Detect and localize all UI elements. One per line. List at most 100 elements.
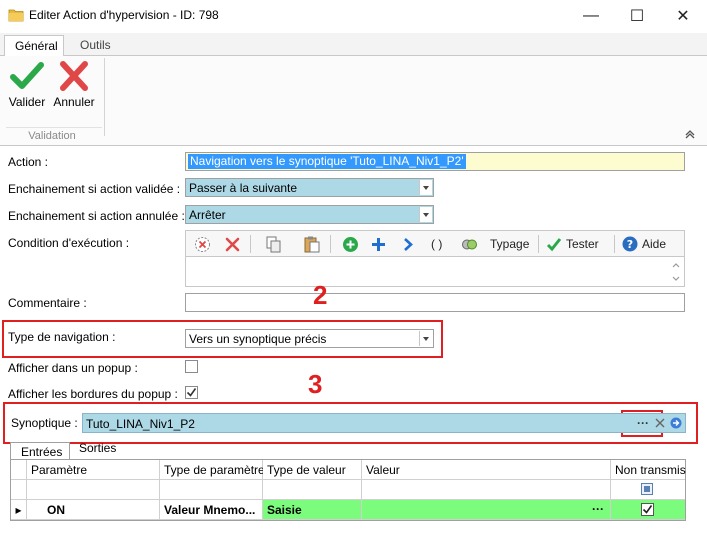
- tester-label: Tester: [566, 237, 599, 251]
- validate-button[interactable]: Valider: [4, 60, 50, 109]
- filter-cell[interactable]: [263, 480, 362, 500]
- group-divider: [6, 127, 102, 128]
- non-transmis-checkbox[interactable]: [641, 503, 654, 516]
- cell-type-valeur[interactable]: Saisie: [263, 500, 362, 520]
- filter-cell: [11, 480, 27, 500]
- on-cancel-value: Arrêter: [189, 208, 226, 222]
- popup-label: Afficher dans un popup :: [8, 361, 138, 375]
- condition-toolbar: ( ) Typage Tester ? Aide: [185, 230, 685, 257]
- tab-entrees[interactable]: Entrées: [10, 442, 70, 460]
- go-arrow-icon[interactable]: [670, 417, 682, 429]
- collapse-ribbon-icon[interactable]: [684, 128, 696, 140]
- clear-icon[interactable]: [194, 235, 211, 253]
- maximize-button[interactable]: ☐: [614, 0, 660, 31]
- comment-input[interactable]: [185, 293, 685, 312]
- column-header-type-parametre[interactable]: Type de paramètre: [160, 460, 265, 480]
- chevron-down-icon[interactable]: [419, 180, 432, 195]
- action-input[interactable]: Navigation vers le synoptique 'Tuto_LINA…: [185, 152, 685, 171]
- synoptic-value: Tuto_LINA_Niv1_P2: [86, 417, 195, 431]
- ribbon-panel: Valider Annuler Validation: [0, 56, 707, 146]
- chevron-down-icon[interactable]: [419, 331, 432, 346]
- borders-label: Afficher les bordures du popup :: [8, 387, 178, 401]
- cell-type-parametre[interactable]: Valeur Mnemo...: [160, 500, 263, 520]
- tab-outils[interactable]: Outils: [70, 35, 121, 57]
- ribbon-separator: [104, 58, 105, 136]
- checkmark-icon: [10, 62, 44, 89]
- cancel-label: Annuler: [53, 95, 95, 109]
- filter-cell[interactable]: [611, 480, 685, 500]
- minimize-button[interactable]: —: [568, 0, 614, 31]
- nav-type-select[interactable]: Vers un synoptique précis: [185, 329, 434, 348]
- tester-button[interactable]: Tester: [546, 235, 599, 253]
- borders-checkbox[interactable]: [185, 386, 198, 399]
- action-label: Action :: [8, 155, 49, 169]
- filter-checkbox[interactable]: [641, 483, 653, 495]
- scroll-arrows-icon[interactable]: [671, 260, 681, 284]
- aide-label: Aide: [642, 237, 667, 251]
- folder-icon: [8, 8, 24, 22]
- on-valid-select[interactable]: Passer à la suivante: [185, 178, 434, 197]
- filter-cell[interactable]: [362, 480, 611, 500]
- typage-button[interactable]: Typage: [490, 235, 529, 253]
- plus-icon[interactable]: [371, 235, 386, 253]
- svg-text:?: ?: [627, 238, 633, 251]
- ribbon-group-label: Validation: [28, 130, 76, 142]
- action-value: Navigation vers le synoptique 'Tuto_LINA…: [188, 154, 466, 169]
- delete-icon[interactable]: [224, 235, 241, 253]
- synoptic-input[interactable]: Tuto_LINA_Niv1_P2 ···: [82, 413, 686, 433]
- parameters-grid: Paramètre Type de paramètre Type de vale…: [10, 459, 686, 521]
- row-indicator[interactable]: ▸: [11, 500, 27, 520]
- grid-tab-strip: Entrées Sorties: [10, 441, 686, 460]
- on-cancel-label: Enchainement si action annulée :: [8, 209, 185, 223]
- check-icon: [186, 388, 197, 397]
- column-header-type-valeur[interactable]: Type de valeur: [263, 460, 362, 480]
- row-indicator-header: [11, 460, 27, 480]
- nav-type-value: Vers un synoptique précis: [189, 332, 327, 346]
- close-button[interactable]: ✕: [660, 0, 706, 31]
- filter-cell[interactable]: [27, 480, 160, 500]
- toolbar-separator: [614, 235, 615, 253]
- filter-cell[interactable]: [160, 480, 263, 500]
- cell-non-transmis[interactable]: [611, 500, 685, 520]
- title-bar: Editer Action d'hypervision - ID: 798 — …: [0, 0, 707, 31]
- on-valid-label: Enchainement si action validée :: [8, 182, 181, 196]
- condition-label: Condition d'exécution :: [8, 236, 130, 250]
- link-icon[interactable]: [461, 235, 478, 253]
- comment-label: Commentaire :: [8, 296, 87, 310]
- add-circle-icon[interactable]: [342, 235, 359, 253]
- parentheses-button[interactable]: ( ): [431, 235, 442, 253]
- synoptic-label: Synoptique :: [11, 416, 78, 430]
- chevron-right-icon[interactable]: [402, 235, 414, 253]
- tab-sorties[interactable]: Sorties: [79, 441, 116, 455]
- toolbar-separator: [330, 235, 331, 253]
- cell-valeur[interactable]: ···: [362, 500, 611, 520]
- window-title: Editer Action d'hypervision - ID: 798: [29, 8, 219, 22]
- tab-general[interactable]: Général: [4, 35, 64, 57]
- toolbar-separator: [250, 235, 251, 253]
- popup-checkbox[interactable]: [185, 360, 198, 373]
- clear-x-icon[interactable]: [655, 418, 665, 428]
- column-header-valeur[interactable]: Valeur: [362, 460, 611, 480]
- on-valid-value: Passer à la suivante: [189, 181, 298, 195]
- validate-label: Valider: [8, 95, 46, 109]
- condition-editor[interactable]: [185, 257, 685, 287]
- valeur-browse-button[interactable]: ···: [592, 502, 604, 516]
- annotation-number-3: 3: [308, 369, 323, 399]
- paste-icon[interactable]: [304, 235, 320, 253]
- column-header-parametre[interactable]: Paramètre: [27, 460, 160, 480]
- browse-button[interactable]: ···: [637, 416, 649, 430]
- ribbon-tab-strip: Général Outils: [0, 33, 707, 57]
- help-icon: ?: [622, 236, 638, 252]
- copy-icon[interactable]: [266, 235, 281, 253]
- on-cancel-select[interactable]: Arrêter: [185, 205, 434, 224]
- aide-button[interactable]: ? Aide: [622, 235, 666, 253]
- cell-parametre[interactable]: ON: [27, 500, 160, 520]
- toolbar-separator: [538, 235, 539, 253]
- column-header-non-transmis[interactable]: Non transmis: [611, 460, 686, 480]
- chevron-down-icon[interactable]: [419, 207, 432, 222]
- annotation-number-2: 2: [313, 280, 328, 310]
- nav-type-label: Type de navigation :: [8, 330, 116, 344]
- checkmark-icon: [546, 237, 562, 251]
- cross-icon: [60, 61, 88, 91]
- cancel-button[interactable]: Annuler: [51, 60, 97, 109]
